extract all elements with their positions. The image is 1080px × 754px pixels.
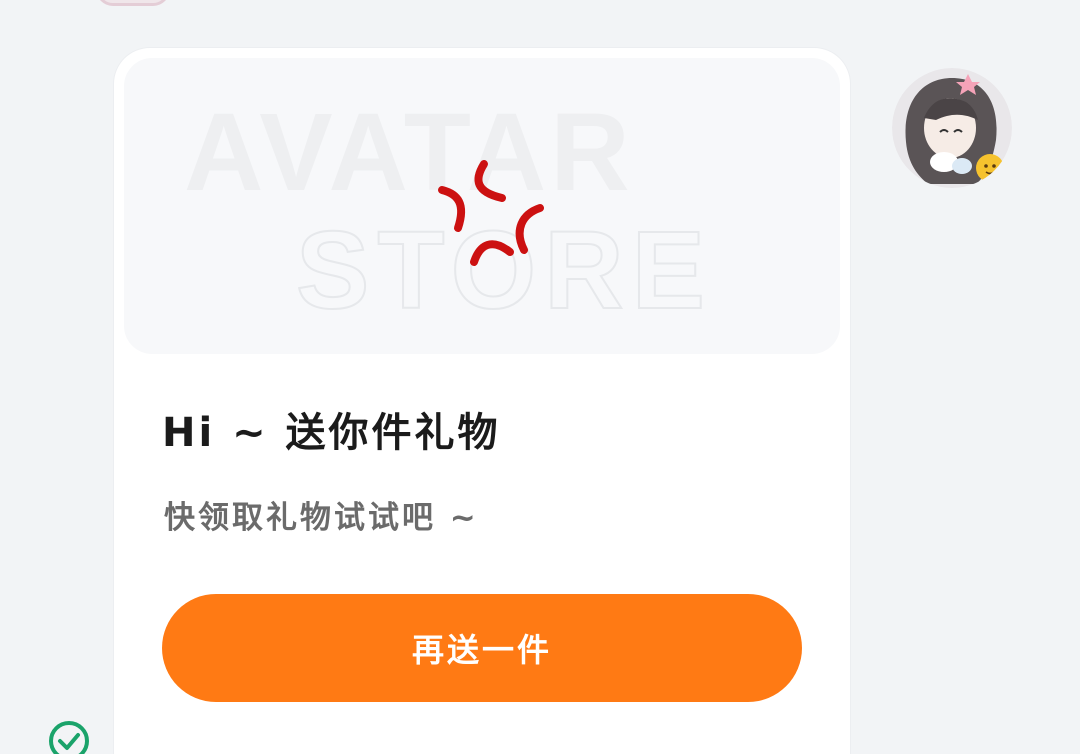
anger-symbol-icon (438, 160, 544, 266)
gift-card[interactable]: AVATAR STORE Hi ~ 送你件礼物 快领取礼物试试吧 ~ 再送一件 (114, 48, 850, 754)
avatar-image (892, 68, 1012, 188)
gift-subtitle: 快领取礼物试试吧 ~ (164, 500, 479, 536)
avatar[interactable] (892, 68, 1012, 188)
gift-banner: AVATAR STORE (124, 58, 840, 354)
check-circle-icon (49, 721, 89, 754)
send-again-button[interactable]: 再送一件 (162, 594, 802, 702)
previous-message-bubble (96, 0, 170, 6)
chat-screen: AVATAR STORE Hi ~ 送你件礼物 快领取礼物试试吧 ~ 再送一件 (0, 0, 1080, 754)
gift-title: Hi ~ 送你件礼物 (162, 410, 501, 456)
watermark-line1: AVATAR (184, 91, 634, 214)
